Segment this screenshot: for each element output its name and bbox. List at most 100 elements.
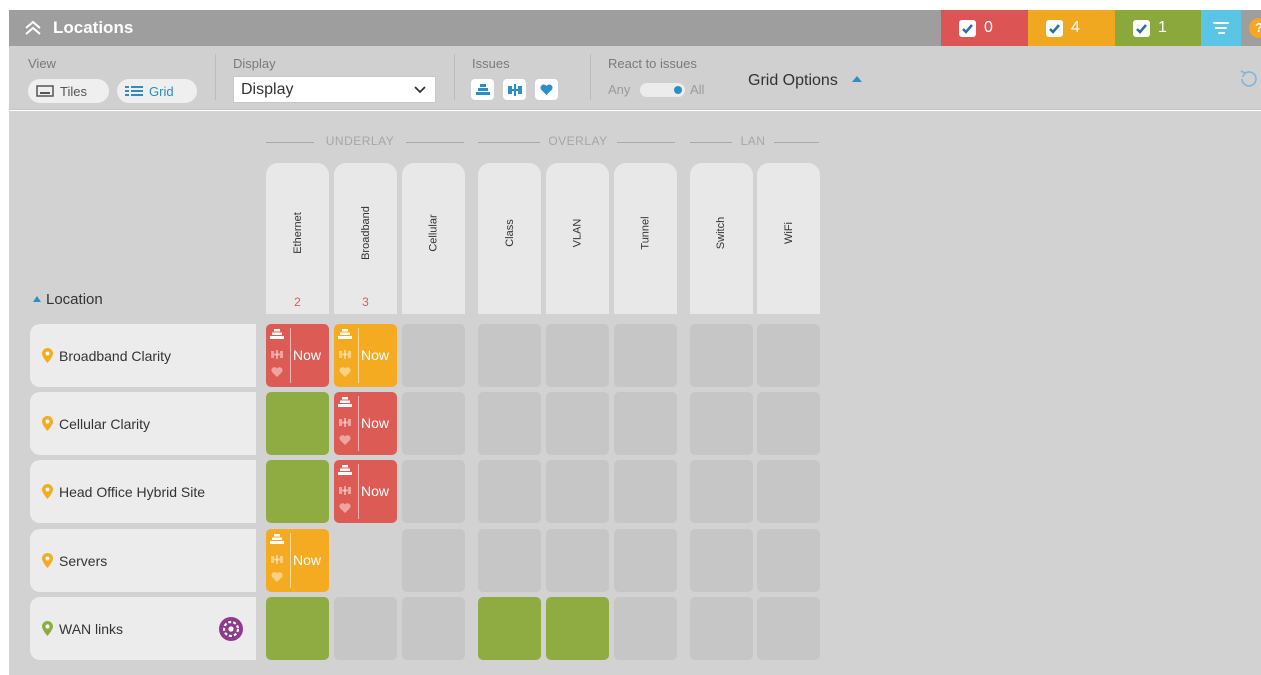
- issue-type-icons: [334, 392, 358, 455]
- display-select[interactable]: Display: [233, 76, 436, 103]
- status-cell-cellular[interactable]: [402, 324, 465, 387]
- grid-view-button[interactable]: Grid: [117, 79, 197, 103]
- location-row-head-office-hybrid-site[interactable]: Head Office Hybrid Site: [30, 460, 256, 523]
- tiles-view-button[interactable]: Tiles: [28, 79, 109, 103]
- column-header-broadband[interactable]: Broadband 3: [334, 163, 397, 314]
- issues-link-button[interactable]: [503, 79, 526, 100]
- refresh-icon[interactable]: [1237, 68, 1259, 90]
- status-cell-vlan[interactable]: [546, 460, 609, 523]
- settings-gear-icon[interactable]: [219, 617, 243, 641]
- divider: [215, 54, 216, 100]
- status-cell-vlan[interactable]: [546, 529, 609, 592]
- status-cell-tunnel[interactable]: [614, 460, 677, 523]
- status-cell-vlan[interactable]: [546, 597, 609, 660]
- column-header-ethernet[interactable]: Ethernet 2: [266, 163, 329, 314]
- heart-icon: [540, 83, 553, 95]
- status-cell-ethernet[interactable]: [266, 460, 329, 523]
- status-cell-wifi[interactable]: [757, 529, 820, 592]
- now-label: Now: [361, 415, 390, 431]
- checkbox-icon: [1133, 19, 1150, 37]
- status-cell-broadband[interactable]: Now: [334, 460, 397, 523]
- column-header-class[interactable]: Class: [478, 163, 541, 314]
- status-cell-ethernet[interactable]: Now: [266, 529, 329, 592]
- react-all-option[interactable]: All: [690, 82, 704, 97]
- sort-asc-icon: [33, 296, 41, 302]
- status-cell-switch[interactable]: [690, 529, 753, 592]
- status-cell-tunnel[interactable]: [614, 529, 677, 592]
- status-cell-broadband[interactable]: Now: [334, 324, 397, 387]
- now-label: Now: [361, 347, 390, 363]
- column-header-switch[interactable]: Switch: [690, 163, 753, 314]
- status-cell-vlan[interactable]: [546, 324, 609, 387]
- critical-issues-badge[interactable]: 0: [941, 10, 1028, 46]
- collapse-chevrons-icon[interactable]: [23, 19, 43, 37]
- status-cell-wifi[interactable]: [757, 460, 820, 523]
- divider: [590, 54, 591, 100]
- display-label: Display: [233, 56, 276, 71]
- status-cell-tunnel[interactable]: [614, 597, 677, 660]
- grid-options-toggle[interactable]: Grid Options: [748, 72, 863, 90]
- status-cell-class[interactable]: [478, 324, 541, 387]
- status-cell-wifi[interactable]: [757, 597, 820, 660]
- status-cell-tunnel[interactable]: [614, 392, 677, 455]
- filter-button[interactable]: [1201, 10, 1241, 46]
- network-link-icon: [507, 83, 522, 96]
- location-pin-icon: [42, 621, 53, 636]
- column-header-cellular[interactable]: Cellular: [402, 163, 465, 314]
- status-cell-switch[interactable]: [690, 460, 753, 523]
- status-cell-switch[interactable]: [690, 597, 753, 660]
- status-cell-wifi[interactable]: [757, 392, 820, 455]
- status-cell-ethernet[interactable]: [266, 597, 329, 660]
- status-cell-vlan[interactable]: [546, 392, 609, 455]
- status-cell-cellular[interactable]: [402, 529, 465, 592]
- column-label: Switch: [715, 216, 728, 250]
- issues-stack-button[interactable]: [471, 79, 494, 100]
- issues-health-button[interactable]: [535, 79, 558, 100]
- status-cell-switch[interactable]: [690, 392, 753, 455]
- column-header-tunnel[interactable]: Tunnel: [614, 163, 677, 314]
- help-button[interactable]: ?: [1249, 18, 1261, 38]
- location-row-wan-links[interactable]: WAN links: [30, 597, 256, 660]
- grid-options-label: Grid Options: [748, 72, 838, 89]
- column-header-vlan[interactable]: VLAN: [546, 163, 609, 314]
- toggle-knob: [674, 86, 682, 94]
- status-cell-cellular[interactable]: [402, 392, 465, 455]
- warning-issues-badge[interactable]: 4: [1028, 10, 1115, 46]
- grid-label: Grid: [149, 83, 174, 99]
- stack-icon: [475, 83, 490, 95]
- status-cell-class[interactable]: [478, 597, 541, 660]
- status-cell-broadband[interactable]: [334, 597, 397, 660]
- grid-content: UNDERLAY OVERLAY LAN Ethernet 2 Broadband 3…: [9, 111, 1261, 675]
- status-cell-class[interactable]: [478, 392, 541, 455]
- status-cell-cellular[interactable]: [402, 460, 465, 523]
- status-cell-tunnel[interactable]: [614, 324, 677, 387]
- location-sort-header[interactable]: Location: [33, 291, 103, 308]
- status-cell-broadband[interactable]: Now: [334, 392, 397, 455]
- column-label: Broadband: [359, 206, 372, 260]
- location-pin-icon: [42, 484, 53, 499]
- locations-app: Locations 0 4 1 ? View: [0, 0, 1261, 675]
- issue-type-icons: [334, 460, 358, 523]
- column-header-wifi[interactable]: WiFi: [757, 163, 820, 314]
- react-any-option[interactable]: Any: [608, 82, 630, 97]
- cell-divider: [358, 328, 359, 383]
- status-cell-switch[interactable]: [690, 324, 753, 387]
- status-cell-class[interactable]: [478, 529, 541, 592]
- critical-count: 0: [984, 19, 993, 36]
- location-pin-icon: [42, 416, 53, 431]
- location-row-servers[interactable]: Servers: [30, 529, 256, 592]
- status-cell-ethernet[interactable]: [266, 392, 329, 455]
- ok-issues-badge[interactable]: 1: [1115, 10, 1201, 46]
- issue-type-icons: [266, 529, 290, 592]
- status-cell-ethernet[interactable]: Now: [266, 324, 329, 387]
- status-cell-class[interactable]: [478, 460, 541, 523]
- column-label-wrap: VLAN: [546, 184, 609, 284]
- location-name: Cellular Clarity: [59, 415, 151, 432]
- status-cell-wifi[interactable]: [757, 324, 820, 387]
- status-cell-cellular[interactable]: [402, 597, 465, 660]
- react-toggle[interactable]: [640, 83, 685, 97]
- column-label: VLAN: [571, 218, 584, 248]
- column-label-wrap: WiFi: [757, 184, 820, 284]
- location-row-broadband-clarity[interactable]: Broadband Clarity: [30, 324, 256, 387]
- location-row-cellular-clarity[interactable]: Cellular Clarity: [30, 392, 256, 455]
